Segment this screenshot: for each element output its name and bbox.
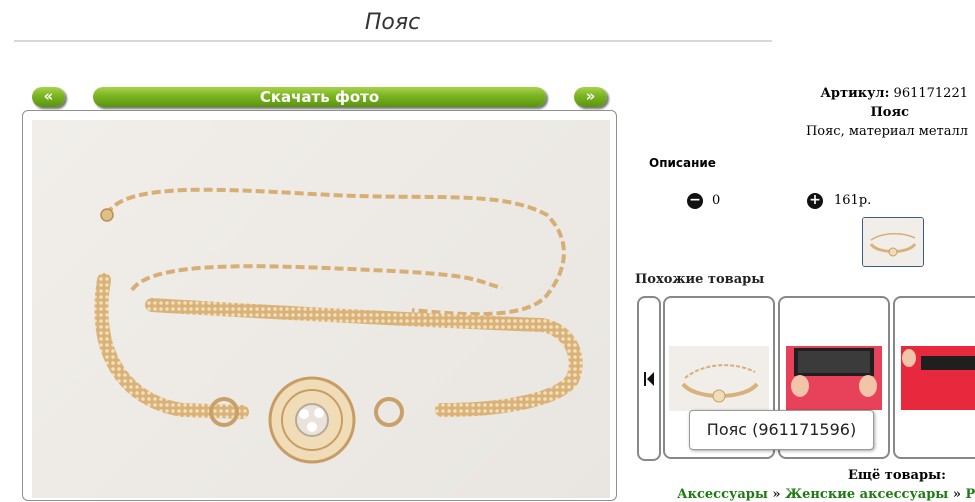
similar-product-card[interactable] [893,296,975,459]
article-value: 961171221 [893,86,968,101]
description-title: Описание [649,156,716,170]
similar-products-title: Похожие товары [635,272,765,287]
product-material: Пояс, материал металл [805,124,968,139]
belt-image [94,187,583,464]
crumb-women-accessories[interactable]: Женские аксессуары [785,487,948,502]
skip-back-icon [644,372,654,386]
similar-product-image [901,346,975,410]
product-tooltip: Пояс (961171596) [689,410,874,450]
thumbnail-belt-image [863,218,923,266]
product-info: Артикул: 961171221 Пояс Пояс, материал м… [806,84,968,141]
download-photo-button[interactable]: Скачать фото [93,87,546,107]
article-label: Артикул: [820,86,890,101]
crumb-separator: » [772,487,781,502]
similar-prev-button[interactable] [637,296,661,461]
photo-thumbnail[interactable] [862,217,924,267]
product-photo-frame [22,110,617,501]
title-divider [14,40,772,42]
price-value: 161р. [834,193,872,208]
product-photo[interactable] [32,120,610,498]
category-breadcrumb: Аксессуары » Женские аксессуары » Рем [677,487,975,502]
prev-photo-button[interactable]: « [32,87,65,107]
product-name: Пояс [870,105,909,120]
next-photo-button[interactable]: » [574,87,607,107]
plus-circle-icon[interactable]: + [807,193,823,209]
quantity-value: 0 [712,193,721,208]
crumb-accessories[interactable]: Аксессуары [677,487,768,502]
minus-circle-icon[interactable]: − [687,193,703,209]
crumb-separator: » [952,487,961,502]
more-products-title: Ещё товары: [848,468,946,483]
article-line: Артикул: 961171221 [806,84,968,103]
crumb-belts[interactable]: Рем [966,487,975,502]
page-title: Пояс [364,10,421,35]
